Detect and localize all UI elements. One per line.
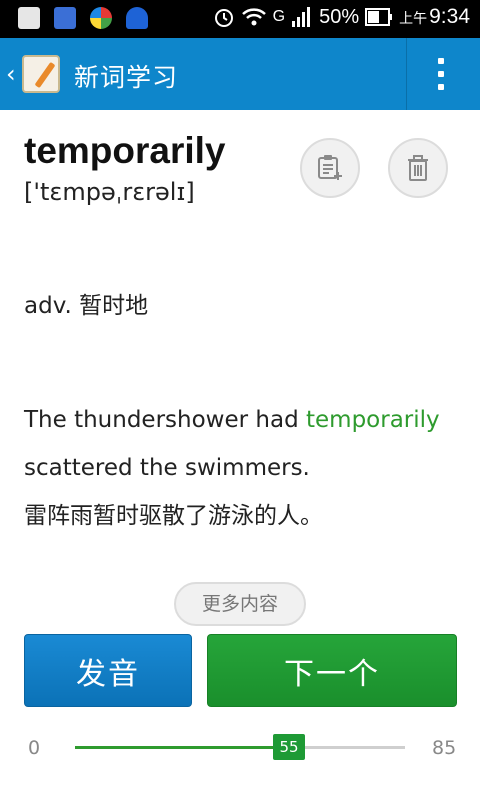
overflow-menu-icon[interactable]: [438, 58, 444, 90]
headset-notification-icon: [126, 7, 148, 29]
page-title: 新词学习: [74, 63, 179, 92]
more-content-button[interactable]: 更多内容: [174, 582, 306, 626]
pronounce-button[interactable]: 发音: [24, 634, 192, 707]
action-bar: ‹ 新词学习: [0, 38, 480, 110]
wifi-icon: [241, 8, 266, 26]
action-bar-divider: [406, 38, 407, 110]
clock-time: 9:34: [429, 5, 470, 28]
alarm-icon: [214, 9, 233, 27]
progress-thumb[interactable]: 55: [273, 734, 305, 760]
example-translation: 雷阵雨暂时驱散了游泳的人。: [24, 503, 323, 529]
add-to-notebook-button[interactable]: [300, 138, 360, 198]
clock: 上午9:34: [399, 5, 470, 29]
progress-slider[interactable]: [75, 746, 405, 749]
progress-fill: [75, 746, 289, 749]
example-highlight: temporarily: [306, 407, 440, 433]
progress-min-label: 0: [28, 737, 41, 759]
progress-max-label: 85: [432, 737, 457, 759]
app-notification-icon: [90, 7, 112, 29]
battery-percent: 50%: [319, 5, 360, 28]
phonetic-transcription: ['tɛmpəˌrɛrəlɪ]: [24, 178, 195, 206]
status-indicators: G 50% 上午9:34: [213, 5, 470, 29]
next-word-button[interactable]: 下一个: [207, 634, 457, 707]
example-text-after: scattered the swimmers.: [24, 455, 310, 481]
clock-period: 上午: [399, 10, 428, 26]
chevron-left-icon[interactable]: ‹: [6, 60, 16, 88]
add-to-notebook-icon: [318, 155, 342, 180]
signal-icon: [292, 7, 311, 27]
add-notification-icon: [18, 7, 40, 29]
contacts-notification-icon: [54, 7, 76, 29]
notification-icons: [18, 7, 148, 29]
delete-button[interactable]: [388, 138, 448, 198]
trash-icon: [408, 155, 428, 181]
headword: temporarily: [24, 130, 226, 171]
battery-icon: [365, 8, 393, 26]
definition: adv. 暂时地: [24, 293, 149, 319]
network-type-label: G: [272, 8, 286, 25]
example-text-before: The thundershower had: [24, 407, 306, 433]
example-sentence: The thundershower had temporarily scatte…: [24, 396, 464, 540]
status-bar: G 50% 上午9:34: [0, 0, 480, 38]
app-logo-icon[interactable]: [22, 55, 60, 93]
